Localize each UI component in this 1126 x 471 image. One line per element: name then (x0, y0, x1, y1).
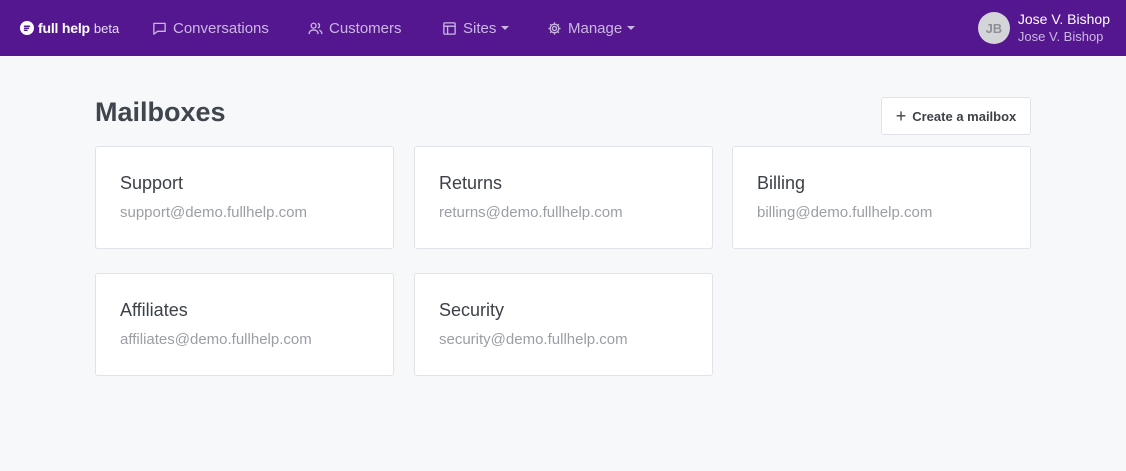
mailbox-email: billing@demo.fullhelp.com (757, 204, 933, 221)
nav-conversations[interactable]: Conversations (152, 18, 269, 38)
mailbox-name: Affiliates (120, 300, 188, 320)
mailbox-card-affiliates[interactable]: Affiliates affiliates@demo.fullhelp.com (95, 273, 394, 376)
page-title: Mailboxes (95, 97, 226, 127)
brand-name: full help (38, 20, 90, 36)
nav-sites-dropdown[interactable]: Sites (442, 18, 510, 38)
gear-icon (548, 21, 561, 35)
mailbox-name: Returns (439, 173, 503, 193)
chevron-down-icon (627, 26, 636, 30)
nav-manage-dropdown[interactable]: Manage (547, 18, 636, 38)
plus-icon: + (895, 105, 907, 126)
chat-bubble-icon (153, 22, 166, 35)
user-name: Jose V. Bishop (1017, 11, 1110, 27)
brand-logo-link[interactable]: full help beta (20, 18, 119, 38)
brand-beta-tag: beta (93, 20, 120, 36)
user-menu[interactable]: JB Jose V. Bishop Jose V. Bishop (977, 10, 1110, 46)
mailbox-email: support@demo.fullhelp.com (120, 204, 307, 221)
user-account: Jose V. Bishop (1017, 29, 1104, 44)
nav-customers[interactable]: Customers (308, 18, 402, 38)
mailbox-card-support[interactable]: Support support@demo.fullhelp.com (95, 146, 394, 249)
mailbox-card-billing[interactable]: Billing billing@demo.fullhelp.com (732, 146, 1031, 249)
nav-sites-label: Sites (463, 19, 497, 37)
create-mailbox-button[interactable]: + Create a mailbox (881, 97, 1031, 135)
avatar: JB (977, 12, 1010, 44)
mailbox-name: Billing (757, 173, 806, 193)
chevron-down-icon (501, 26, 510, 30)
users-icon (308, 22, 323, 34)
top-navbar: full help beta Conversations Customers S… (0, 0, 1126, 56)
mailbox-name: Support (120, 173, 184, 193)
create-mailbox-label: Create a mailbox (912, 108, 1017, 124)
mailbox-name: Security (439, 300, 505, 320)
mailbox-email: returns@demo.fullhelp.com (439, 204, 623, 221)
fullhelp-logo-icon (20, 21, 34, 35)
mailbox-card-returns[interactable]: Returns returns@demo.fullhelp.com (414, 146, 713, 249)
mailbox-email: security@demo.fullhelp.com (439, 331, 628, 348)
nav-customers-label: Customers (329, 19, 402, 37)
nav-conversations-label: Conversations (173, 19, 269, 37)
nav-manage-label: Manage (568, 19, 623, 37)
mailbox-card-security[interactable]: Security security@demo.fullhelp.com (414, 273, 713, 376)
mailbox-email: affiliates@demo.fullhelp.com (120, 331, 312, 348)
layout-icon (443, 21, 456, 35)
